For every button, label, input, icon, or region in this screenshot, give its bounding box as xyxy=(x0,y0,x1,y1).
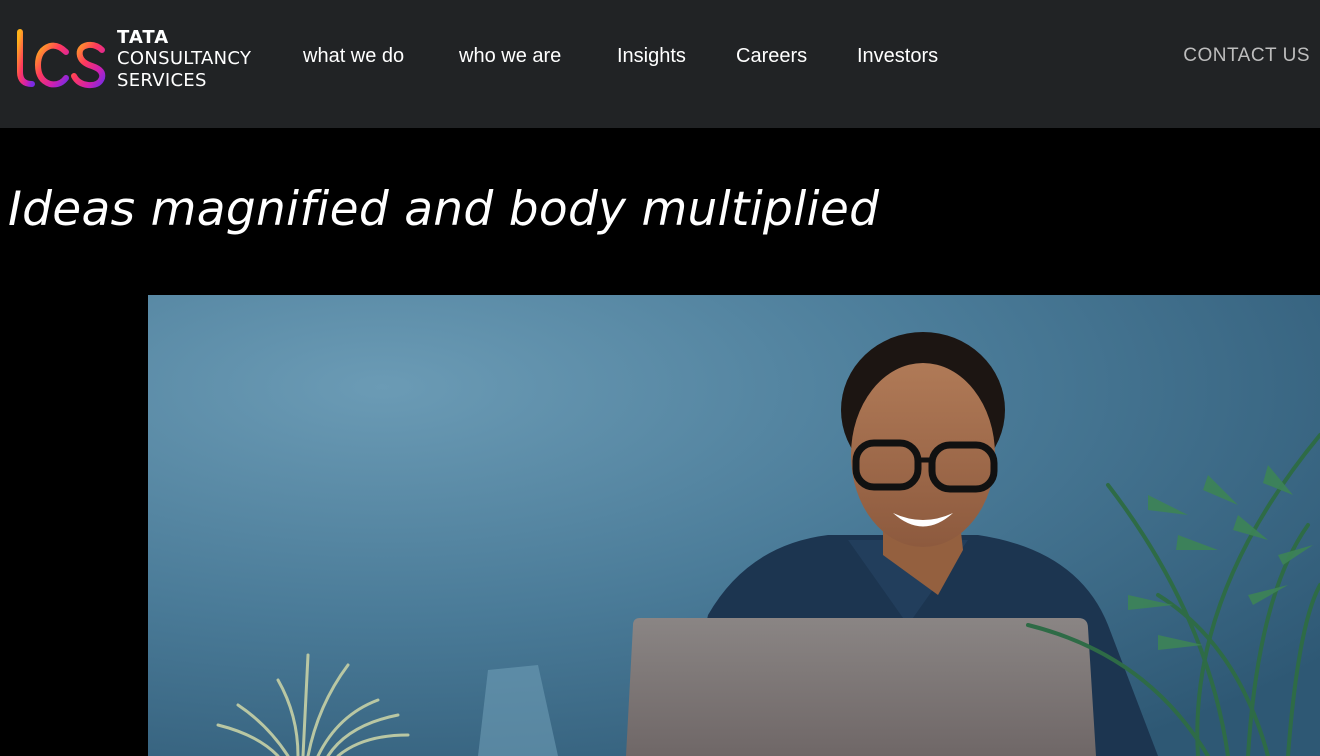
nav-item-who-we-are[interactable]: who we are xyxy=(459,45,561,68)
hero-headline: Ideas magnified and body multiplied xyxy=(8,182,880,237)
hero-image xyxy=(148,295,1320,756)
site-header: TATA CONSULTANCY SERVICES what we do who… xyxy=(0,0,1320,128)
woman-with-laptop-photo-icon xyxy=(148,295,1320,756)
contact-us-link[interactable]: CONTACT US xyxy=(1183,45,1310,67)
nav-item-what-we-do[interactable]: what we do xyxy=(303,45,404,68)
nav-item-insights[interactable]: Insights xyxy=(617,45,686,68)
nav-item-investors[interactable]: Investors xyxy=(857,45,938,68)
main-nav: what we do who we are Insights Careers I… xyxy=(0,0,1000,128)
nav-item-careers[interactable]: Careers xyxy=(736,45,807,68)
